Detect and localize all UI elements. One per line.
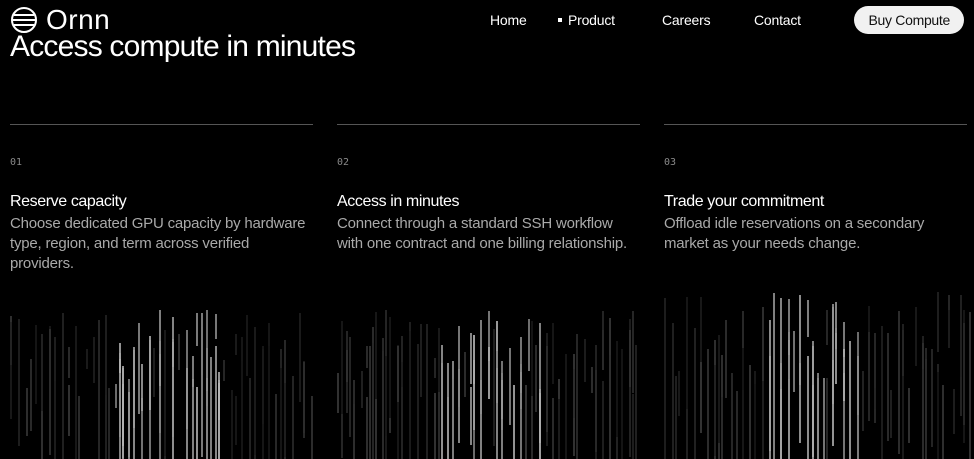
feature-card: 03 Trade your commitment Offload idle re…	[664, 124, 967, 254]
divider	[10, 124, 313, 125]
feature-number: 03	[664, 157, 677, 168]
feature-number: 02	[337, 157, 350, 168]
page-title: Access compute in minutes	[10, 30, 356, 63]
decorative-pattern	[10, 310, 313, 459]
feature-title: Trade your commitment	[664, 193, 824, 210]
line-pattern-2	[337, 310, 637, 459]
divider	[337, 124, 640, 125]
feature-number: 01	[10, 157, 23, 168]
divider	[664, 124, 967, 125]
nav-contact[interactable]: Contact	[754, 12, 801, 28]
buy-compute-button[interactable]: Buy Compute	[854, 6, 964, 34]
nav-home[interactable]: Home	[490, 12, 527, 28]
line-pattern-3	[664, 292, 971, 459]
nav-product-label: Product	[568, 12, 615, 28]
line-pattern-1	[10, 310, 313, 459]
feature-description: Offload idle reservations on a secondary…	[664, 215, 925, 252]
feature-description: Choose dedicated GPU capacity by hardwar…	[10, 215, 306, 272]
feature-card: 02 Access in minutes Connect through a s…	[337, 124, 640, 254]
active-indicator-icon	[558, 18, 562, 22]
feature-description: Connect through a standard SSH workflow …	[337, 215, 627, 252]
feature-title: Access in minutes	[337, 193, 460, 210]
nav-product[interactable]: Product	[558, 12, 615, 28]
feature-card: 01 Reserve capacity Choose dedicated GPU…	[10, 124, 313, 274]
decorative-pattern	[664, 292, 974, 459]
nav-careers[interactable]: Careers	[662, 12, 711, 28]
feature-title: Reserve capacity	[10, 193, 127, 210]
decorative-pattern	[337, 310, 640, 459]
